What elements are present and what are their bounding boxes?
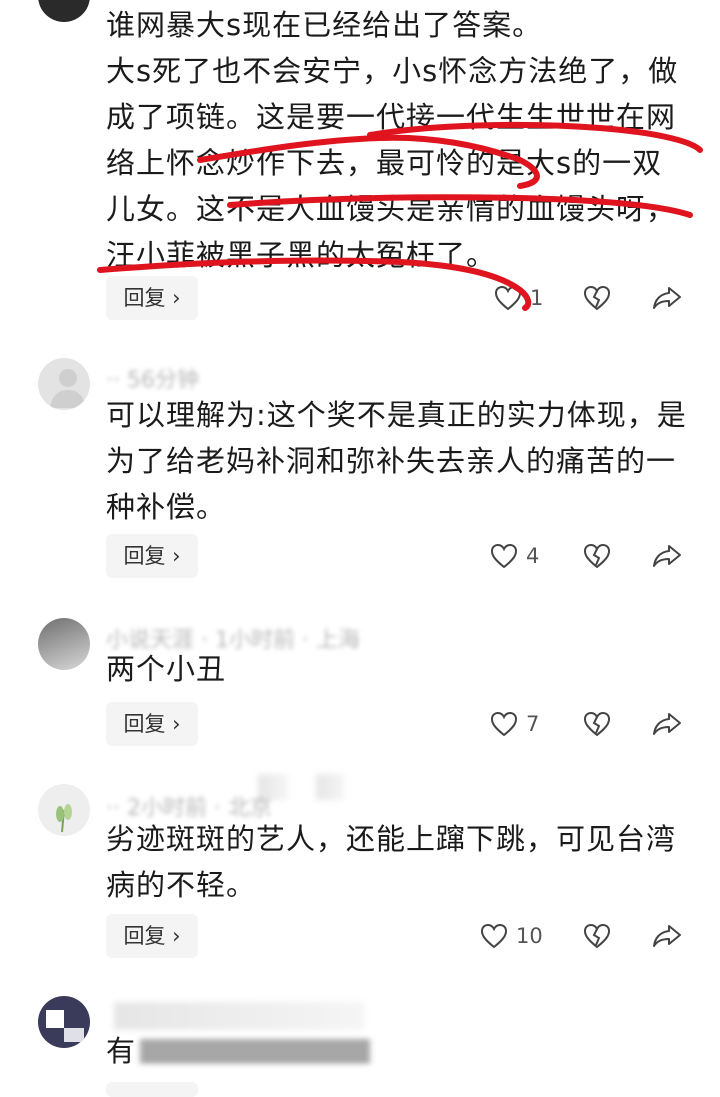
share-button[interactable]: [652, 702, 682, 746]
dislike-button[interactable]: [583, 276, 611, 320]
broken-heart-icon: [583, 543, 611, 569]
reply-button[interactable]: 回复 ›: [106, 534, 198, 578]
like-button[interactable]: 7: [490, 702, 539, 746]
default-avatar-icon: [50, 369, 86, 408]
avatar[interactable]: [38, 618, 90, 670]
like-count: 7: [526, 712, 540, 736]
share-arrow-icon: [653, 713, 681, 735]
comment-meta: ·· 56分钟: [106, 368, 199, 393]
comment-text: 劣迹斑斑的艺人，还能上蹿下跳，可见台湾病的不轻。: [106, 822, 677, 902]
heart-outline-icon: [494, 285, 522, 311]
pixel-avatar-icon: [38, 996, 90, 1048]
broken-heart-icon: [583, 923, 611, 949]
reply-button[interactable]: 回复 ›: [106, 914, 198, 958]
comment-text: 谁网暴大s现在已经给出了答案。 大s死了也不会安宁，小s怀念方法绝了，做成了项链…: [106, 8, 679, 272]
avatar[interactable]: [38, 996, 90, 1048]
avatar[interactable]: [38, 784, 90, 836]
dislike-button[interactable]: [583, 534, 611, 578]
redacted-name: [316, 774, 344, 800]
like-count: 1: [530, 286, 544, 310]
share-button[interactable]: [652, 276, 682, 320]
broken-heart-icon: [583, 285, 611, 311]
like-count: 10: [516, 924, 543, 948]
reply-button[interactable]: 回复 ›: [106, 702, 198, 746]
like-button[interactable]: 4: [490, 534, 539, 578]
dislike-button[interactable]: [583, 914, 611, 958]
redacted-text: [140, 1040, 370, 1064]
redacted-name: [114, 1002, 364, 1030]
like-button[interactable]: 10: [480, 914, 543, 958]
avatar[interactable]: [38, 358, 90, 410]
heart-outline-icon: [490, 543, 518, 569]
avatar[interactable]: [38, 0, 90, 22]
comment-text: 可以理解为:这个奖不是真正的实力体现，是为了给老妈补洞和弥补失去亲人的痛苦的一种…: [106, 398, 687, 524]
share-arrow-icon: [653, 287, 681, 309]
plant-avatar-icon: [56, 804, 72, 833]
broken-heart-icon: [583, 711, 611, 737]
comment-text: 两个小丑: [106, 652, 227, 686]
like-count: 4: [526, 544, 540, 568]
share-arrow-icon: [653, 545, 681, 567]
dislike-button[interactable]: [583, 702, 611, 746]
share-arrow-icon: [653, 925, 681, 947]
like-button[interactable]: 1: [494, 276, 543, 320]
reply-button[interactable]: 回复 ›: [106, 276, 198, 320]
heart-outline-icon: [480, 923, 508, 949]
comment-meta: ·· 2小时前 · 北京: [106, 796, 272, 821]
share-button[interactable]: [652, 914, 682, 958]
share-button[interactable]: [652, 534, 682, 578]
heart-outline-icon: [490, 711, 518, 737]
reply-button[interactable]: [106, 1082, 198, 1097]
